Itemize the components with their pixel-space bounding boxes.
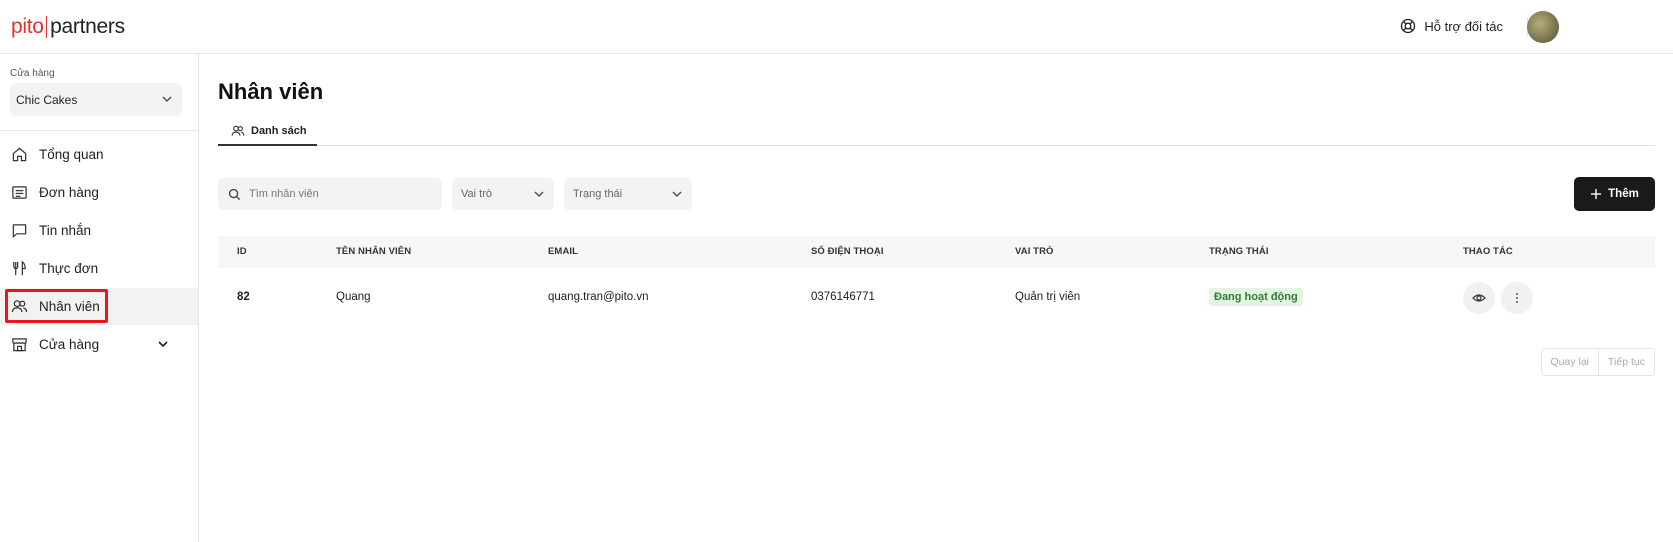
chevron-down-icon [534,191,544,197]
table-row: 82 Quang quang.tran@pito.vn 0376146771 Q… [218,268,1655,328]
page-title: Nhân viên [218,79,324,104]
utensils-icon [13,260,26,276]
previous-page-button[interactable]: Quay lại [1542,349,1599,375]
cell-role: Quản trị viên [1015,291,1081,303]
search-input[interactable] [249,188,429,200]
add-button-label: Thêm [1608,188,1639,200]
tab-bar: Danh sách [218,118,1655,146]
column-header-name: TÊN NHÂN VIÊN [336,246,412,257]
chevron-down-icon[interactable] [156,337,170,351]
support-label: Hỗ trợ đối tác [1424,18,1503,34]
lifebuoy-icon [1401,18,1416,34]
chevron-down-icon [162,96,172,102]
sidebar-nav: Tổng quan Đơn hàng Tin nhắn Thực đơn Nhâ… [0,135,198,363]
tab-label: Danh sách [251,125,307,137]
logo-pito-text: pito [11,15,44,38]
table-header: ID TÊN NHÂN VIÊN EMAIL SỐ ĐIỆN THOẠI VAI… [218,236,1655,268]
users-icon [231,125,245,136]
sidebar-item-label: Thực đơn [39,261,99,276]
sidebar-item-label: Cửa hàng [39,337,100,352]
column-header-status: TRẠNG THÁI [1209,246,1269,257]
store-select[interactable]: Chic Cakes [10,83,182,116]
sidebar-item-label: Tin nhắn [39,223,92,238]
store-label: Cửa hàng [10,68,55,79]
sidebar-item-store[interactable]: Cửa hàng [0,326,198,363]
partner-support-link[interactable]: Hỗ trợ đối tác [1400,18,1503,34]
status-filter-select[interactable]: Trạng thái [564,178,692,210]
more-vertical-icon [1516,293,1518,303]
sidebar-item-staff[interactable]: Nhân viên [0,288,198,325]
receipt-icon [12,186,27,199]
logo-divider [45,16,48,38]
cell-email: quang.tran@pito.vn [548,291,649,303]
sidebar-item-label: Nhân viên [39,299,100,314]
status-badge: Đang hoạt động [1209,288,1303,306]
sidebar-item-overview[interactable]: Tổng quan [0,136,198,173]
user-avatar[interactable] [1527,11,1559,43]
sidebar: Cửa hàng Chic Cakes Tổng quan Đơn hàng T… [0,54,199,542]
store-select-value: Chic Cakes [16,92,78,107]
message-icon [12,224,27,238]
tab-list[interactable]: Danh sách [218,118,317,146]
pagination: Quay lại Tiếp tục [1540,348,1655,376]
more-actions-button[interactable] [1501,282,1533,314]
sidebar-item-messages[interactable]: Tin nhắn [0,212,198,249]
sidebar-item-label: Tổng quan [39,147,104,162]
plus-icon [1591,189,1602,199]
staff-table: ID TÊN NHÂN VIÊN EMAIL SỐ ĐIỆN THOẠI VAI… [218,236,1655,328]
status-filter-label: Trạng thái [573,188,623,200]
cell-name: Quang [336,291,371,303]
role-filter-label: Vai trò [461,188,492,200]
column-header-actions: THAO TÁC [1463,246,1513,257]
cell-phone: 0376146771 [811,291,875,303]
sidebar-item-label: Đơn hàng [39,185,99,200]
column-header-role: VAI TRÒ [1015,246,1054,257]
users-icon [11,300,28,313]
cell-id: 82 [237,291,250,303]
home-icon [12,147,27,162]
role-filter-select[interactable]: Vai trò [452,178,554,210]
view-button[interactable] [1463,282,1495,314]
eye-icon [1472,294,1486,302]
sidebar-item-orders[interactable]: Đơn hàng [0,174,198,211]
search-box [218,178,442,210]
pito-partners-logo[interactable]: pito partners [11,14,125,40]
sidebar-divider [0,130,198,131]
column-header-phone: SỐ ĐIỆN THOẠI [811,246,884,257]
sidebar-item-menu[interactable]: Thực đơn [0,250,198,287]
top-bar: pito partners Hỗ trợ đối tác [0,0,1673,54]
store-icon [12,338,27,352]
logo-partners-text: partners [50,15,125,38]
column-header-email: EMAIL [548,246,579,257]
add-staff-button[interactable]: Thêm [1574,177,1655,211]
column-header-id: ID [237,246,247,257]
next-page-button[interactable]: Tiếp tục [1598,349,1654,375]
chevron-down-icon [672,191,682,197]
search-icon [228,188,241,200]
